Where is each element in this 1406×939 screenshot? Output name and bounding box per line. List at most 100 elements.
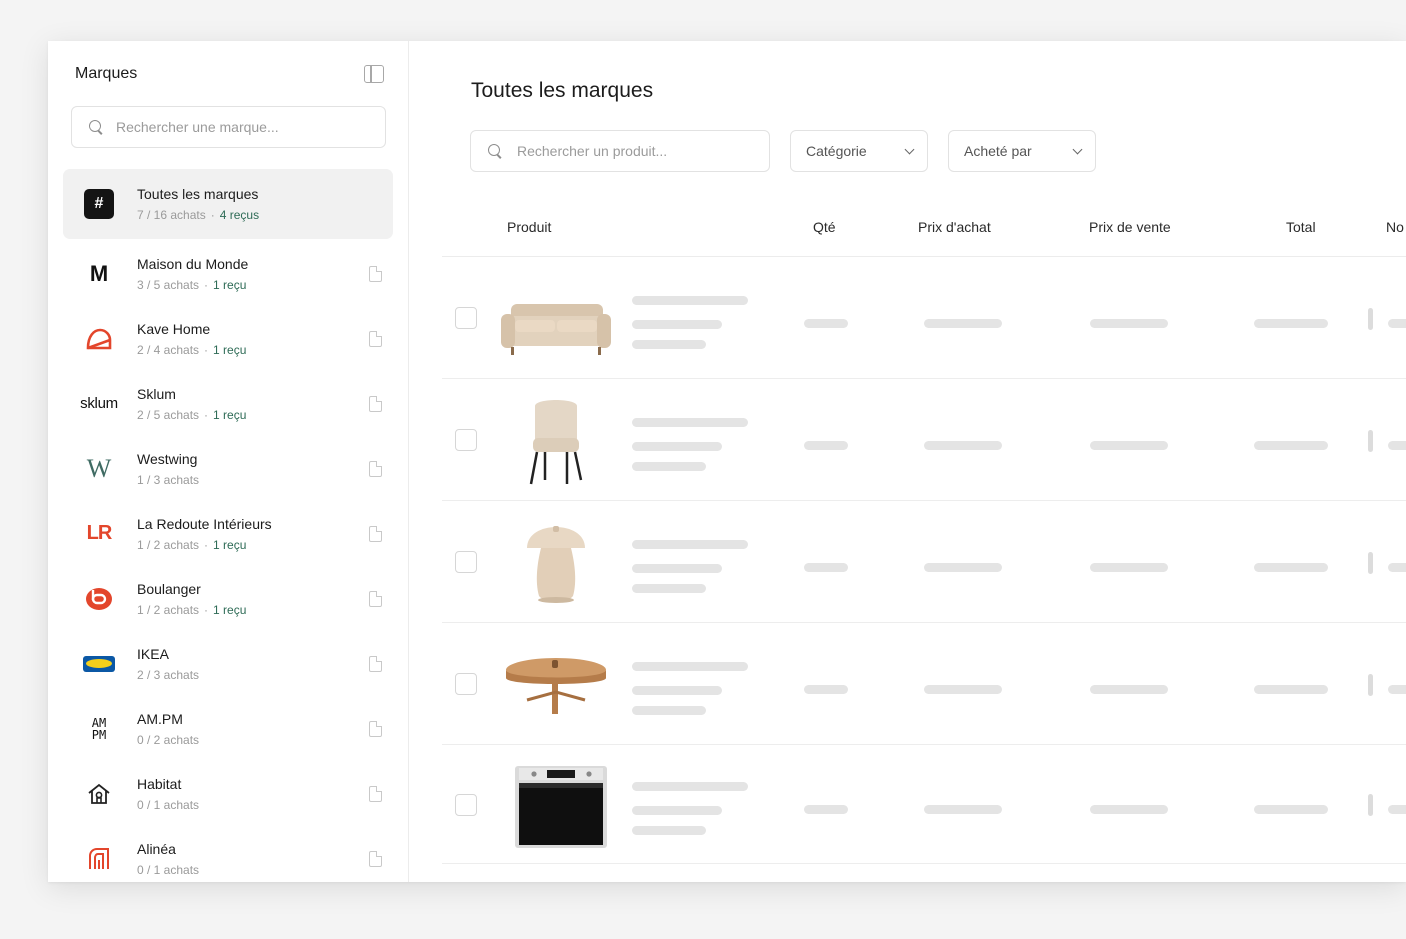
product-search-box[interactable] xyxy=(470,130,770,172)
toolbar: Catégorie Acheté par xyxy=(470,130,1096,172)
brand-search-box[interactable] xyxy=(71,106,386,148)
received-count: 1 reçu xyxy=(213,407,247,422)
received-count: 1 reçu xyxy=(213,537,247,552)
purchase-count: 1 / 2 achats xyxy=(137,602,200,617)
ampm-logo: AM PM xyxy=(91,715,107,742)
chevron-down-icon xyxy=(904,144,915,154)
brand-name: Boulanger xyxy=(137,580,201,597)
sklum-logo: sklum xyxy=(80,395,118,412)
table-row[interactable] xyxy=(442,258,1406,379)
brand-name: Alinéa xyxy=(137,840,176,857)
table-row[interactable] xyxy=(442,624,1406,745)
purchase-count: 0 / 2 achats xyxy=(137,732,200,747)
brand-sidebar: Marques # Toutes les marques 7 / 16 acha… xyxy=(48,41,409,882)
table-row[interactable] xyxy=(442,380,1406,501)
brand-name: Maison du Monde xyxy=(137,255,249,272)
row-checkbox[interactable] xyxy=(455,673,477,695)
ikea-logo xyxy=(77,642,121,686)
brand-name: Habitat xyxy=(137,775,182,792)
table-header: Produit Qté Prix d'achat Prix de vente T… xyxy=(442,207,1406,257)
brand-item-habitat[interactable]: Habitat 0 / 1 achats xyxy=(63,761,393,826)
brand-search-input[interactable] xyxy=(116,119,356,135)
purchase-count: 3 / 5 achats xyxy=(137,277,200,292)
brand-meta: 3 / 5 achats · 1 reçu xyxy=(137,277,247,292)
hash-icon: # xyxy=(77,182,121,226)
la-redoute-logo: LR xyxy=(86,522,113,544)
brand-meta: 0 / 1 achats xyxy=(137,863,199,877)
purchase-count: 2 / 4 achats xyxy=(137,342,200,357)
purchase-count: 0 / 1 achats xyxy=(137,862,200,877)
column-header-quantity[interactable]: Qté xyxy=(813,219,836,235)
product-image-mushroom-lamp xyxy=(497,512,615,612)
brand-list: # Toutes les marques 7 / 16 achats · 4 reç… xyxy=(63,169,393,882)
document-icon[interactable] xyxy=(369,525,382,542)
row-checkbox[interactable] xyxy=(455,307,477,329)
brand-item-kave-home[interactable]: Kave Home 2 / 4 achats · 1 reçu xyxy=(63,306,393,371)
sidebar-title: Marques xyxy=(75,65,138,82)
brand-name: AM.PM xyxy=(137,710,183,727)
page-title: Toutes les marques xyxy=(471,79,654,102)
boulanger-logo xyxy=(77,577,121,621)
search-icon xyxy=(88,119,104,135)
brand-meta: 7 / 16 achats · 4 reçus xyxy=(137,208,260,222)
brand-meta: 2 / 5 achats · 1 reçu xyxy=(137,407,247,422)
buyer-filter-select[interactable]: Acheté par xyxy=(948,130,1096,172)
brand-name: Toutes les marques xyxy=(137,186,259,202)
column-header-total[interactable]: Total xyxy=(1286,219,1316,235)
document-icon[interactable] xyxy=(369,330,382,347)
brand-meta: 1 / 2 achats · 1 reçu xyxy=(137,537,247,552)
product-search-input[interactable] xyxy=(517,143,757,159)
sidebar-toggle-icon[interactable] xyxy=(364,65,384,83)
brand-item-westwing[interactable]: W Westwing 1 / 3 achats xyxy=(63,436,393,501)
brand-item-boulanger[interactable]: Boulanger 1 / 2 achats · 1 reçu xyxy=(63,566,393,631)
received-count: 1 reçu xyxy=(213,277,247,292)
category-filter-select[interactable]: Catégorie xyxy=(790,130,928,172)
column-header-sale-price[interactable]: Prix de vente xyxy=(1089,219,1171,235)
brand-name: Kave Home xyxy=(137,320,211,337)
column-header-purchase-price[interactable]: Prix d'achat xyxy=(918,219,991,235)
purchase-count: 2 / 5 achats xyxy=(137,407,200,422)
brand-item-alinea[interactable]: Alinéa 0 / 1 achats xyxy=(63,826,393,882)
row-checkbox[interactable] xyxy=(455,551,477,573)
brand-item-ikea[interactable]: IKEA 2 / 3 achats xyxy=(63,631,393,696)
westwing-logo: W xyxy=(86,453,112,483)
purchase-count: 7 / 16 achats xyxy=(137,208,206,222)
received-count: 4 reçus xyxy=(219,208,260,222)
brand-meta: 2 / 3 achats xyxy=(137,668,199,682)
column-header-product[interactable]: Produit xyxy=(507,219,551,235)
column-header-notes[interactable]: No xyxy=(1386,219,1404,235)
purchase-count: 1 / 2 achats xyxy=(137,537,200,552)
document-icon[interactable] xyxy=(369,850,382,867)
brand-item-ampm[interactable]: AM PM AM.PM 0 / 2 achats xyxy=(63,696,393,761)
brand-meta: 0 / 2 achats xyxy=(137,733,199,747)
document-icon[interactable] xyxy=(369,460,382,477)
main-content: Toutes les marques Catégorie Acheté par … xyxy=(409,41,1406,882)
sidebar-header: Marques xyxy=(75,63,384,85)
row-checkbox[interactable] xyxy=(455,429,477,451)
brand-meta: 2 / 4 achats · 1 reçu xyxy=(137,342,247,357)
received-count: 1 reçu xyxy=(213,602,247,617)
product-image-sofa xyxy=(497,268,615,368)
document-icon[interactable] xyxy=(369,265,382,282)
chevron-down-icon xyxy=(1072,144,1083,154)
app-window: Marques # Toutes les marques 7 / 16 acha… xyxy=(48,41,1406,882)
brand-meta: 1 / 3 achats xyxy=(137,473,199,487)
brand-item-sklum[interactable]: sklum Sklum 2 / 5 achats · 1 reçu xyxy=(63,371,393,436)
table-row[interactable] xyxy=(442,746,1406,864)
brand-name: IKEA xyxy=(137,645,169,662)
product-image-armchair xyxy=(497,390,615,490)
document-icon[interactable] xyxy=(369,395,382,412)
document-icon[interactable] xyxy=(369,655,382,672)
kave-home-logo xyxy=(77,317,121,361)
brand-item-la-redoute[interactable]: LR La Redoute Intérieurs 1 / 2 achats · 1 … xyxy=(63,501,393,566)
product-image-oven xyxy=(497,756,615,856)
brand-item-all[interactable]: # Toutes les marques 7 / 16 achats · 4 reç… xyxy=(63,169,393,239)
document-icon[interactable] xyxy=(369,590,382,607)
document-icon[interactable] xyxy=(369,720,382,737)
product-image-coffee-table xyxy=(497,634,615,734)
search-icon xyxy=(487,143,503,159)
brand-item-maison-du-monde[interactable]: M Maison du Monde 3 / 5 achats · 1 reçu xyxy=(63,241,393,306)
table-row[interactable] xyxy=(442,502,1406,623)
document-icon[interactable] xyxy=(369,785,382,802)
row-checkbox[interactable] xyxy=(455,793,477,816)
